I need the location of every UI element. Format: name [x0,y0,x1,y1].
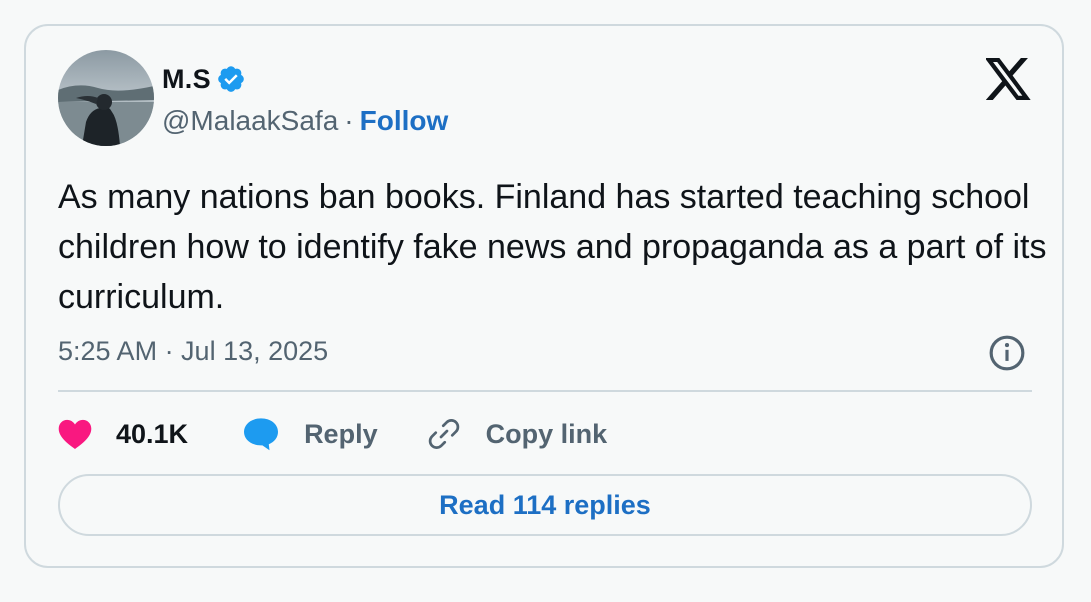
x-logo-icon[interactable] [986,58,1032,100]
tweet-timestamp[interactable]: 5:25 AM · Jul 13, 2025 [58,334,328,368]
reply-button[interactable]: Reply [242,417,378,451]
follow-button[interactable]: Follow [360,105,449,137]
author-display-name[interactable]: M.S [162,64,211,95]
avatar[interactable] [58,50,154,146]
heart-icon [58,419,92,450]
author-handle[interactable]: @MalaakSafa [162,105,338,137]
author-name-row: M.S [162,62,246,96]
author-handle-row: @MalaakSafa · Follow [162,104,448,138]
link-icon [428,419,459,449]
handle-separator: · [344,105,354,136]
tweet-actions: 40.1K Reply Copy link [58,412,607,456]
read-replies-button[interactable]: Read 114 replies [58,474,1032,536]
info-icon[interactable] [988,334,1026,372]
reply-label: Reply [304,418,378,449]
like-button[interactable]: 40.1K [58,418,188,450]
speech-bubble-icon [244,418,279,451]
verified-badge-icon [218,66,244,92]
tweet-text: As many nations ban books. Finland has s… [58,178,1047,316]
copy-link-label: Copy link [485,418,608,449]
divider [58,390,1032,392]
avatar-image [58,50,154,146]
tweet-embed-card: M.S @MalaakSafa · Follow As many nations… [24,24,1064,568]
copy-link-button[interactable]: Copy link [426,416,608,452]
like-count: 40.1K [116,418,189,449]
